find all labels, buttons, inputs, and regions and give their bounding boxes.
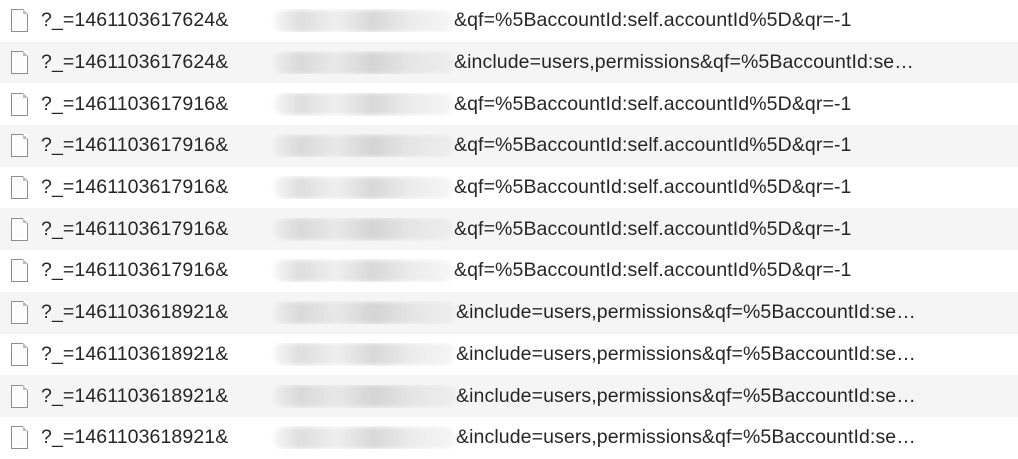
request-row[interactable]: ?_=1461103617624& &qf=%5BaccountId:self.… bbox=[0, 0, 1018, 42]
redacted-segment bbox=[273, 93, 454, 116]
redacted-segment bbox=[273, 218, 454, 241]
request-url: ?_=1461103617916& &qf=%5BaccountId:self.… bbox=[41, 134, 852, 157]
url-query-suffix: &qf=%5BaccountId:self.accountId%5D&qr=-1 bbox=[454, 217, 852, 240]
document-icon bbox=[11, 134, 28, 158]
document-icon bbox=[11, 92, 28, 116]
request-url: ?_=1461103618921& &include=users,permiss… bbox=[41, 301, 916, 324]
document-icon bbox=[11, 51, 28, 75]
document-icon bbox=[11, 259, 28, 283]
document-icon bbox=[11, 176, 28, 200]
document-icon bbox=[11, 217, 28, 241]
network-request-list: ?_=1461103617624& &qf=%5BaccountId:self.… bbox=[0, 0, 1018, 459]
redacted-segment bbox=[273, 51, 454, 74]
redacted-segment bbox=[273, 259, 454, 282]
document-icon bbox=[11, 9, 28, 33]
redacted-segment bbox=[273, 301, 456, 324]
url-query-prefix: ?_=1461103617916& bbox=[41, 259, 229, 282]
request-row[interactable]: ?_=1461103617916& &qf=%5BaccountId:self.… bbox=[0, 83, 1018, 126]
url-query-suffix: &qf=%5BaccountId:self.accountId%5D&qr=-1 bbox=[454, 92, 852, 115]
request-url: ?_=1461103618921& &include=users,permiss… bbox=[41, 385, 916, 408]
request-url: ?_=1461103617624& &include=users,permiss… bbox=[41, 51, 914, 74]
request-url: ?_=1461103617916& &qf=%5BaccountId:self.… bbox=[41, 176, 852, 199]
request-url: ?_=1461103617916& &qf=%5BaccountId:self.… bbox=[41, 259, 852, 282]
request-url: ?_=1461103617916& &qf=%5BaccountId:self.… bbox=[41, 93, 852, 116]
redacted-segment bbox=[273, 426, 456, 449]
redacted-segment bbox=[273, 134, 454, 157]
request-row[interactable]: ?_=1461103617916& &qf=%5BaccountId:self.… bbox=[0, 166, 1018, 209]
redacted-segment bbox=[273, 343, 456, 366]
url-query-prefix: ?_=1461103617624& bbox=[41, 9, 229, 32]
request-row[interactable]: ?_=1461103617916& &qf=%5BaccountId:self.… bbox=[0, 250, 1018, 292]
document-icon bbox=[11, 384, 28, 408]
request-row[interactable]: ?_=1461103618921& &include=users,permiss… bbox=[0, 333, 1018, 376]
url-query-suffix: &include=users,permissions&qf=%5Baccount… bbox=[456, 342, 916, 365]
request-row[interactable]: ?_=1461103618921& &include=users,permiss… bbox=[0, 291, 1018, 334]
url-query-suffix: &qf=%5BaccountId:self.accountId%5D&qr=-1 bbox=[454, 259, 852, 282]
request-row[interactable]: ?_=1461103617916& &qf=%5BaccountId:self.… bbox=[0, 125, 1018, 167]
url-query-prefix: ?_=1461103618921& bbox=[41, 426, 229, 449]
request-url: ?_=1461103617624& &qf=%5BaccountId:self.… bbox=[41, 9, 852, 32]
url-query-prefix: ?_=1461103617916& bbox=[41, 217, 229, 240]
request-row[interactable]: ?_=1461103617916& &qf=%5BaccountId:self.… bbox=[0, 208, 1018, 251]
request-row[interactable]: ?_=1461103618921& &include=users,permiss… bbox=[0, 375, 1018, 417]
redacted-segment bbox=[273, 385, 456, 408]
url-query-prefix: ?_=1461103618921& bbox=[41, 384, 229, 407]
url-query-prefix: ?_=1461103618921& bbox=[41, 342, 229, 365]
request-row[interactable]: ?_=1461103618921& &include=users,permiss… bbox=[0, 416, 1018, 459]
url-query-suffix: &qf=%5BaccountId:self.accountId%5D&qr=-1 bbox=[454, 134, 852, 157]
request-url: ?_=1461103618921& &include=users,permiss… bbox=[41, 426, 916, 449]
document-icon bbox=[11, 301, 28, 325]
redacted-segment bbox=[273, 9, 454, 32]
url-query-suffix: &include=users,permissions&qf=%5Baccount… bbox=[456, 301, 916, 324]
url-query-suffix: &include=users,permissions&qf=%5Baccount… bbox=[456, 426, 916, 449]
url-query-suffix: &qf=%5BaccountId:self.accountId%5D&qr=-1 bbox=[454, 9, 852, 32]
redacted-segment bbox=[273, 176, 454, 199]
request-row[interactable]: ?_=1461103617624& &include=users,permiss… bbox=[0, 41, 1018, 84]
url-query-suffix: &include=users,permissions&qf=%5Baccount… bbox=[454, 51, 914, 74]
url-query-prefix: ?_=1461103617916& bbox=[41, 176, 229, 199]
request-url: ?_=1461103617916& &qf=%5BaccountId:self.… bbox=[41, 218, 852, 241]
url-query-suffix: &qf=%5BaccountId:self.accountId%5D&qr=-1 bbox=[454, 176, 852, 199]
url-query-prefix: ?_=1461103618921& bbox=[41, 301, 229, 324]
request-url: ?_=1461103618921& &include=users,permiss… bbox=[41, 343, 916, 366]
url-query-suffix: &include=users,permissions&qf=%5Baccount… bbox=[456, 384, 916, 407]
document-icon bbox=[11, 426, 28, 450]
url-query-prefix: ?_=1461103617916& bbox=[41, 134, 229, 157]
url-query-prefix: ?_=1461103617624& bbox=[41, 51, 229, 74]
url-query-prefix: ?_=1461103617916& bbox=[41, 92, 229, 115]
document-icon bbox=[11, 342, 28, 366]
